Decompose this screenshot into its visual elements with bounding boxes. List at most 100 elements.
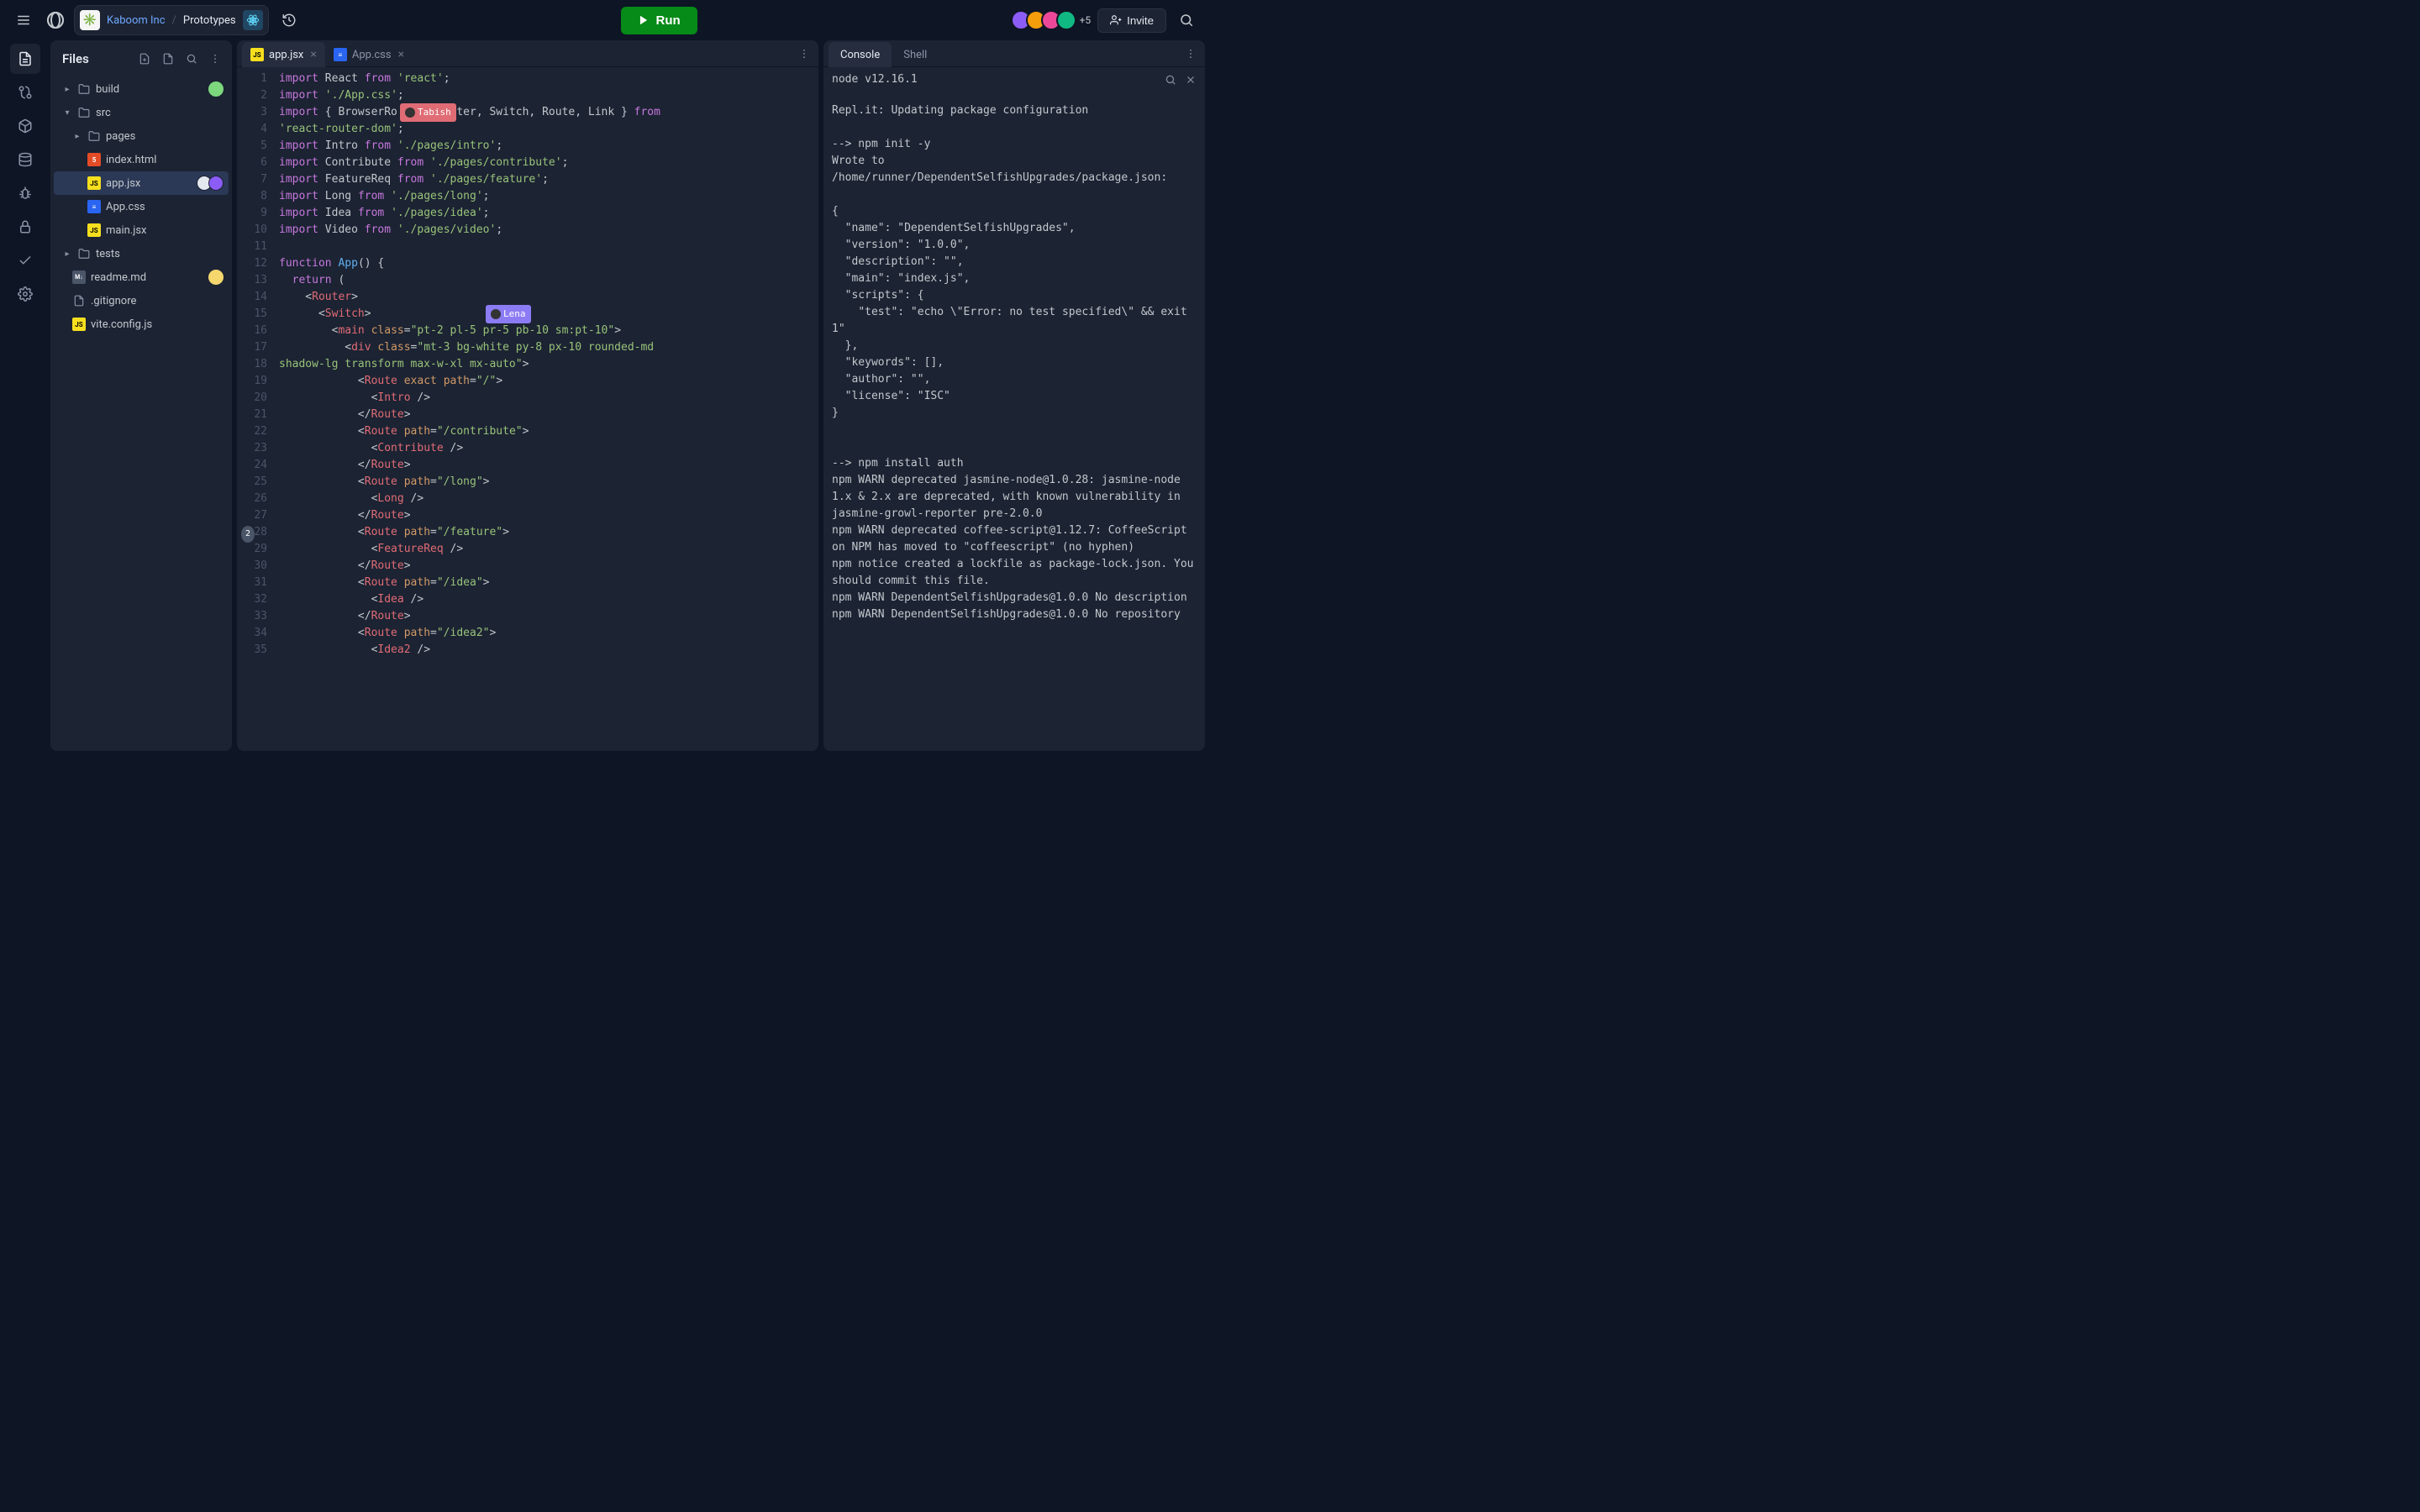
code-editor[interactable]: 1234567891011121314151617181920212223242… xyxy=(237,67,818,751)
invite-label: Invite xyxy=(1127,14,1154,27)
file-row[interactable]: M↓ readme.md xyxy=(54,265,229,289)
editor-tab[interactable]: JSapp.jsx× xyxy=(242,42,325,67)
folder-icon xyxy=(77,106,91,119)
node-version-line: node v12.16.1 xyxy=(832,71,918,88)
js-file-icon: JS xyxy=(87,223,101,237)
file-row[interactable]: .gitignore xyxy=(54,289,229,312)
collaborator-cursor: Tabish xyxy=(400,103,456,122)
avatar xyxy=(1056,10,1076,30)
folder-icon xyxy=(87,129,101,143)
file-name: .gitignore xyxy=(91,295,136,307)
history-icon[interactable] xyxy=(276,7,302,34)
breadcrumb-separator: / xyxy=(172,14,176,27)
run-label: Run xyxy=(656,13,681,28)
folder-row[interactable]: ▸ tests xyxy=(54,242,229,265)
files-more-icon[interactable] xyxy=(205,49,225,69)
files-panel: Files ▸ build ▾ src ▸ pages 5 index.html JS app.j… xyxy=(50,40,232,751)
more-users-count: +5 xyxy=(1080,14,1092,26)
file-row[interactable]: ≡ App.css xyxy=(54,195,229,218)
replit-logo[interactable] xyxy=(44,8,67,32)
console-search-icon[interactable] xyxy=(1165,74,1176,86)
invite-button[interactable]: Invite xyxy=(1097,8,1166,33)
rail-debugger[interactable] xyxy=(10,178,40,208)
console-clear-icon[interactable] xyxy=(1185,74,1197,86)
file-row[interactable]: JSmain.jsx xyxy=(54,218,229,242)
files-title: Files xyxy=(62,51,131,66)
rail-files[interactable] xyxy=(10,44,40,74)
rail-database[interactable] xyxy=(10,144,40,175)
folder-icon xyxy=(77,247,91,260)
js-file-icon: JS xyxy=(250,48,264,61)
cursor-name: Lena xyxy=(503,306,526,323)
console-tabs: ConsoleShell xyxy=(823,40,1205,67)
chevron-icon: ▸ xyxy=(62,249,72,259)
cursor-avatar xyxy=(405,108,415,118)
collaborator-cursor: Lena xyxy=(486,305,531,323)
presence-avatar xyxy=(208,270,224,285)
js-file-icon: JS xyxy=(87,176,101,190)
close-tab-icon[interactable]: × xyxy=(308,48,318,61)
collaborator-avatars[interactable]: +5 xyxy=(1016,10,1092,30)
css-file-icon: ≡ xyxy=(87,200,101,213)
breadcrumb-project[interactable]: Prototypes xyxy=(183,14,236,27)
console-panel: ConsoleShell node v12.16.1 Repl.it: Upda… xyxy=(823,40,1205,751)
new-file-icon[interactable] xyxy=(134,49,155,69)
file-name: readme.md xyxy=(91,271,146,284)
cursor-name: Tabish xyxy=(418,104,451,121)
file-name: app.jsx xyxy=(106,177,140,190)
presence-avatar xyxy=(208,81,224,97)
file-name: index.html xyxy=(106,154,156,166)
new-folder-icon[interactable] xyxy=(158,49,178,69)
editor-tab[interactable]: ≡ App.css × xyxy=(325,42,413,67)
close-tab-icon[interactable]: × xyxy=(397,48,406,61)
rail-version-control[interactable] xyxy=(10,77,40,108)
file-name: App.css xyxy=(106,201,145,213)
file-row[interactable]: JS vite.config.js xyxy=(54,312,229,336)
rail-checks[interactable] xyxy=(10,245,40,276)
gutter-comment-badge[interactable]: 2 xyxy=(241,526,255,543)
org-icon: ✳️ xyxy=(80,10,100,30)
css-file-icon: ≡ xyxy=(334,48,347,61)
file-name: tests xyxy=(96,248,120,260)
cursor-avatar xyxy=(491,309,501,319)
folder-icon xyxy=(77,82,91,96)
rail-secrets[interactable] xyxy=(10,212,40,242)
editor-panel: JSapp.jsx× ≡ App.css × 12345678910111213141… xyxy=(237,40,818,751)
console-tab[interactable]: Shell xyxy=(892,42,939,67)
run-button[interactable]: Run xyxy=(621,7,697,34)
topbar: ✳️ Kaboom Inc / Prototypes Run +5 Invite xyxy=(0,0,1210,40)
hamburger-menu[interactable] xyxy=(10,7,37,34)
rail-packages[interactable] xyxy=(10,111,40,141)
breadcrumb: ✳️ Kaboom Inc / Prototypes xyxy=(74,5,269,35)
search-files-icon[interactable] xyxy=(182,49,202,69)
html-file-icon: 5 xyxy=(87,153,101,166)
chevron-icon: ▸ xyxy=(72,132,82,141)
folder-row[interactable]: ▸ pages xyxy=(54,124,229,148)
breadcrumb-org[interactable]: Kaboom Inc xyxy=(107,14,166,27)
react-badge-icon xyxy=(243,10,263,30)
folder-row[interactable]: ▸ build xyxy=(54,77,229,101)
rail-settings[interactable] xyxy=(10,279,40,309)
folder-row[interactable]: ▾ src xyxy=(54,101,229,124)
tab-label: App.css xyxy=(352,49,392,61)
console-more-icon[interactable] xyxy=(1176,48,1205,60)
file-row[interactable]: 5 index.html xyxy=(54,148,229,171)
main: Files ▸build▾src▸pages5index.htmlJSapp.j… xyxy=(0,40,1210,756)
presence-avatars xyxy=(200,176,224,191)
console-tab[interactable]: Console xyxy=(829,42,892,67)
file-row[interactable]: JS app.jsx xyxy=(54,171,229,195)
editor-tabs: JSapp.jsx× ≡ App.css × xyxy=(237,40,818,67)
file-name: vite.config.js xyxy=(91,318,152,331)
md-file-icon: M↓ xyxy=(72,270,86,284)
editor-more-icon[interactable] xyxy=(790,48,818,60)
search-icon[interactable] xyxy=(1173,7,1200,34)
txt-file-icon xyxy=(72,294,86,307)
console-output[interactable]: node v12.16.1 Repl.it: Updating package … xyxy=(823,67,1205,751)
file-name: build xyxy=(96,83,119,96)
file-name: pages xyxy=(106,130,135,143)
js-file-icon: JS xyxy=(72,318,86,331)
console-text: Repl.it: Updating package configuration … xyxy=(832,102,1197,623)
chevron-icon: ▾ xyxy=(62,108,72,118)
chevron-icon: ▸ xyxy=(62,85,72,94)
file-name: src xyxy=(96,107,111,119)
